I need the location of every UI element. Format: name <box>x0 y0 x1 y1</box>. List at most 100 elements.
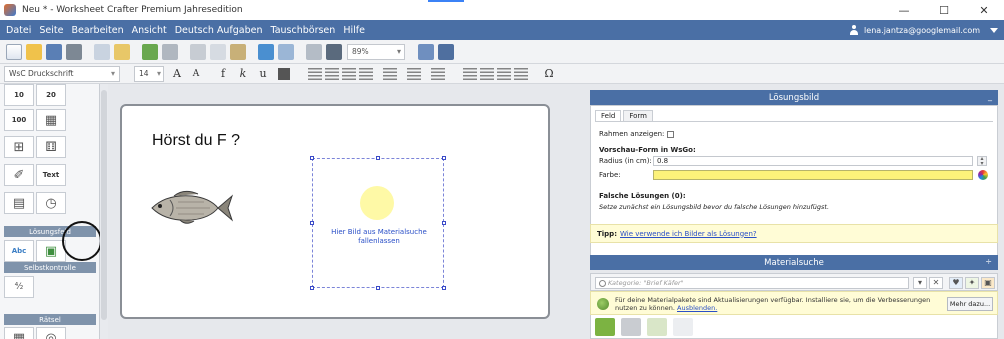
rahmen-checkbox[interactable] <box>667 130 675 138</box>
favorites-icon[interactable]: ♥ <box>949 277 963 289</box>
menu-ansicht[interactable]: Ansicht <box>128 25 171 36</box>
more-info-button[interactable]: Mehr dazu... <box>947 297 993 311</box>
worksheet-page[interactable]: Hörst du F ? Hier Bild aus Materialsuche… <box>120 104 550 319</box>
palette-tile-picture[interactable]: ⊞ <box>4 136 34 158</box>
account-menu[interactable]: lena.jantza@googlemail.com <box>849 22 998 38</box>
notes-icon[interactable] <box>114 43 130 60</box>
fish-icon[interactable] <box>144 188 234 228</box>
list-icon[interactable] <box>463 67 477 80</box>
clear-search-icon[interactable]: ✕ <box>929 277 943 289</box>
palette-tile-table[interactable]: ▤ <box>4 192 34 214</box>
open-folder-icon[interactable] <box>26 43 42 60</box>
menu-tauschboersen[interactable]: Tauschbörsen <box>266 25 339 36</box>
underline-button[interactable]: u <box>256 67 270 80</box>
search-dropdown-icon[interactable]: ▾ <box>913 277 927 289</box>
minimize-button[interactable]: — <box>884 0 924 20</box>
resize-handle[interactable] <box>310 221 314 225</box>
palette-tile-self-check[interactable]: ⁴⁄₂ <box>4 276 34 298</box>
sound-category-icon[interactable] <box>673 318 693 336</box>
palette-tile-number-cards-20[interactable]: 20 <box>36 84 66 106</box>
palette-tile-abc-field[interactable]: Abc <box>4 240 34 262</box>
align-left-icon[interactable] <box>308 67 322 80</box>
bold-button[interactable]: f <box>216 67 230 80</box>
outdent-icon[interactable] <box>514 67 528 80</box>
tip-link[interactable]: Wie verwende ich Bilder als Lösungen? <box>620 230 757 238</box>
resize-handle[interactable] <box>310 156 314 160</box>
special-character-button[interactable]: Ω <box>542 67 556 80</box>
print-icon[interactable] <box>66 43 82 60</box>
materialsuche-header[interactable]: Materialsuche ÷ <box>590 255 998 270</box>
resize-handle[interactable] <box>442 286 446 290</box>
cut-icon[interactable] <box>190 43 206 60</box>
image-drop-zone[interactable]: Hier Bild aus Materialsuche fallenlassen <box>310 156 446 290</box>
palette-tile-drawing[interactable]: ✐ <box>4 164 34 186</box>
indent-icon[interactable] <box>497 67 511 80</box>
scrollbar-thumb[interactable] <box>101 90 107 320</box>
resize-handle[interactable] <box>442 156 446 160</box>
menu-bearbeiten[interactable]: Bearbeiten <box>67 25 127 36</box>
farbe-swatch[interactable] <box>653 170 973 180</box>
paste-icon[interactable] <box>230 43 246 60</box>
collapse-icon[interactable]: _ <box>988 92 992 101</box>
align-center-icon[interactable] <box>325 67 339 80</box>
radius-stepper[interactable]: ▴ ▾ <box>977 156 987 166</box>
page-icon[interactable] <box>94 43 110 60</box>
layout-icon[interactable] <box>418 43 434 60</box>
expand-icon[interactable]: ÷ <box>985 257 992 266</box>
hide-notice-link[interactable]: Ausblenden. <box>677 304 717 312</box>
maximize-button[interactable]: ☐ <box>924 0 964 20</box>
palette-scrollbar[interactable] <box>100 84 108 339</box>
radius-input[interactable]: 0.8 <box>653 156 973 166</box>
save-icon[interactable] <box>46 43 62 60</box>
resize-handle[interactable] <box>310 286 314 290</box>
palette-tile-text[interactable]: Text <box>36 164 66 186</box>
color-picker-icon[interactable] <box>978 170 988 180</box>
zoom-select[interactable]: 89% <box>347 43 405 60</box>
bulb-icon[interactable]: ✦ <box>965 277 979 289</box>
resize-handle[interactable] <box>442 221 446 225</box>
grow-font-button[interactable]: A <box>170 67 184 80</box>
subscript-icon[interactable] <box>407 67 421 80</box>
shrink-font-button[interactable]: A <box>190 69 202 79</box>
align-right-icon[interactable] <box>342 67 356 80</box>
redo-icon[interactable] <box>278 43 294 60</box>
images-category-icon[interactable] <box>595 318 615 336</box>
resize-handle[interactable] <box>376 286 380 290</box>
palette-tile-clipart[interactable]: ⚅ <box>36 136 66 158</box>
font-select[interactable]: WsC Druckschrift <box>4 65 120 82</box>
close-button[interactable]: ✕ <box>964 0 1004 20</box>
palette-tile-clock[interactable]: ◷ <box>36 192 66 214</box>
add-page-icon[interactable] <box>142 43 158 60</box>
font-size-select[interactable]: 14 <box>134 65 164 82</box>
package-icon[interactable]: ▣ <box>981 277 995 289</box>
magic-wand-icon[interactable] <box>306 43 322 60</box>
palette-tile-crossword[interactable]: ▦ <box>4 327 34 339</box>
copy-icon[interactable] <box>210 43 226 60</box>
undo-icon[interactable] <box>258 43 274 60</box>
numbered-list-icon[interactable] <box>480 67 494 80</box>
menu-hilfe[interactable]: Hilfe <box>339 25 369 36</box>
palette-tile-puzzle[interactable]: ◎ <box>36 327 66 339</box>
resize-handle[interactable] <box>376 156 380 160</box>
new-document-icon[interactable] <box>6 43 22 60</box>
text-color-button[interactable] <box>278 67 290 80</box>
italic-button[interactable]: k <box>236 67 250 80</box>
material-search-input[interactable]: Kategorie: "Brief Käfer" <box>595 277 909 289</box>
chart-icon[interactable] <box>438 43 454 60</box>
line-spacing-icon[interactable] <box>431 67 445 80</box>
remove-page-icon[interactable] <box>162 43 178 60</box>
align-justify-icon[interactable] <box>359 67 373 80</box>
shapes-category-icon[interactable] <box>621 318 641 336</box>
spacing-icon[interactable] <box>383 67 397 80</box>
menu-datei[interactable]: Datei <box>2 25 35 36</box>
menu-deutsch-aufgaben[interactable]: Deutsch Aufgaben <box>171 25 267 36</box>
worksheet-heading[interactable]: Hörst du F ? <box>152 132 240 150</box>
loesungsbild-header[interactable]: Lösungsbild _ <box>590 90 998 105</box>
palette-tile-hundred-field[interactable]: 100 <box>4 109 34 131</box>
menu-seite[interactable]: Seite <box>35 25 67 36</box>
palette-tile-number-board[interactable]: ▦ <box>36 109 66 131</box>
stamp-icon[interactable] <box>326 43 342 60</box>
update-notice-text: Für deine Materialpakete sind Aktualisie… <box>615 296 931 312</box>
palette-tile-number-cards-10-20[interactable]: 10 <box>4 84 34 106</box>
music-category-icon[interactable] <box>647 318 667 336</box>
